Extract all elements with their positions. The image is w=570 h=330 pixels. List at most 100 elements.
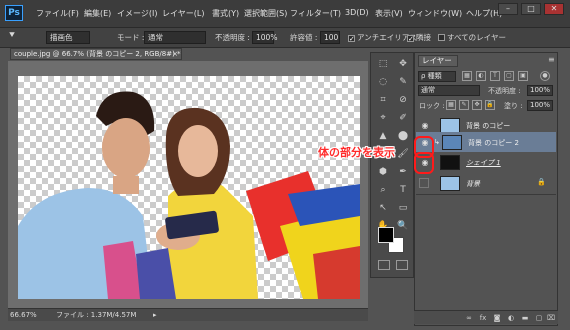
smart-object-filter-icon[interactable]: ▣ bbox=[518, 71, 528, 81]
contiguous-checkbox[interactable]: ✓ 隣接 bbox=[407, 32, 431, 43]
layer-kind-select[interactable]: ρ 種類 bbox=[418, 71, 456, 82]
healing-tool-icon[interactable]: ⌖ bbox=[375, 111, 391, 125]
type-filter-icon[interactable]: T bbox=[490, 71, 500, 81]
brush-tool-icon[interactable]: ✐ bbox=[395, 111, 411, 125]
history-brush-tool-icon[interactable]: ⬤ bbox=[395, 129, 411, 143]
blend-row: 通常 不透明度 : 100% bbox=[416, 84, 556, 98]
menu-type[interactable]: 書式(Y) bbox=[212, 8, 239, 19]
pen-tool-icon[interactable]: ✒ bbox=[395, 165, 411, 179]
all-layers-check[interactable] bbox=[438, 34, 445, 41]
shape-tool-icon[interactable]: ▭ bbox=[395, 201, 411, 215]
marquee-tool-icon[interactable]: ⬚ bbox=[375, 57, 391, 71]
lock-all-icon[interactable]: 🔒 bbox=[485, 100, 495, 110]
filter-toggle-icon[interactable]: ● bbox=[540, 71, 550, 81]
contiguous-check[interactable]: ✓ bbox=[407, 35, 414, 43]
menu-help[interactable]: ヘルプ(H) bbox=[466, 8, 502, 19]
lock-transparency-icon[interactable]: ▦ bbox=[446, 100, 456, 110]
lock-label: ロック : bbox=[419, 102, 445, 110]
fill-label: 塗り : bbox=[504, 102, 523, 110]
visibility-empty-icon[interactable] bbox=[419, 178, 429, 188]
all-layers-checkbox[interactable]: すべてのレイヤー bbox=[438, 32, 506, 43]
fx-icon[interactable]: fx bbox=[478, 313, 488, 323]
panel-menu-icon[interactable]: ≡ bbox=[548, 55, 555, 64]
new-layer-icon[interactable]: ▢ bbox=[534, 313, 544, 323]
image-canvas[interactable] bbox=[18, 76, 360, 299]
layer-name: 背景 のコピー 2 bbox=[468, 139, 519, 147]
dodge-tool-icon[interactable]: ⌕ bbox=[375, 183, 391, 197]
menu-view[interactable]: 表示(V) bbox=[375, 8, 403, 19]
zoom-tool-icon[interactable]: 🔍 bbox=[395, 219, 411, 233]
document-tab[interactable]: couple.jpg @ 66.7% (背景 のコピー 2, RGB/8#) *… bbox=[10, 48, 182, 60]
mode-select[interactable]: 通常 bbox=[144, 31, 206, 44]
lock-position-icon[interactable]: ✥ bbox=[472, 100, 482, 110]
layer-row[interactable]: 背景 🔒 bbox=[416, 173, 556, 195]
adjustment-filter-icon[interactable]: ◐ bbox=[476, 71, 486, 81]
move-tool-icon[interactable]: ✥ bbox=[395, 57, 411, 71]
options-bar: ⯆ 描画色 モード : 通常 不透明度 : 100% 許容値 : 100 ✓ アン… bbox=[0, 28, 570, 48]
fill-input[interactable]: 100% bbox=[527, 100, 553, 111]
opacity-input[interactable]: 100% bbox=[252, 31, 277, 44]
tolerance-input[interactable]: 100 bbox=[320, 31, 340, 44]
close-window-button[interactable]: ✕ bbox=[544, 3, 564, 15]
layer-name: シェイプ 1 bbox=[466, 159, 501, 167]
lock-row: ロック : ▦ ✎ ✥ 🔒 塗り : 100% bbox=[416, 99, 556, 113]
foreground-color-swatch[interactable] bbox=[378, 227, 394, 243]
antialias-check[interactable]: ✓ bbox=[348, 35, 355, 43]
fill-source-select[interactable]: 描画色 bbox=[46, 31, 90, 44]
document-title: couple.jpg @ 66.7% (背景 のコピー 2, RGB/8#) * bbox=[14, 50, 181, 58]
layer-thumbnail bbox=[442, 135, 462, 150]
mode-label: モード : bbox=[117, 33, 145, 42]
lasso-tool-icon[interactable]: ◌ bbox=[375, 75, 391, 89]
menu-bar: Ps ファイル(F) 編集(E) イメージ(I) レイヤー(L) 書式(Y) 選… bbox=[0, 0, 570, 28]
visibility-eye-icon[interactable]: ◉ bbox=[419, 121, 431, 130]
menu-edit[interactable]: 編集(E) bbox=[84, 8, 111, 19]
folder-icon[interactable]: ▬ bbox=[520, 313, 530, 323]
woman-face bbox=[178, 125, 218, 177]
layer-row[interactable]: ◉ シェイプ 1 bbox=[416, 152, 556, 174]
slice-tool-icon[interactable]: ⊘ bbox=[395, 93, 411, 107]
highlight-ring bbox=[414, 152, 434, 174]
blend-mode-select[interactable]: 通常 bbox=[418, 85, 480, 96]
maximize-button[interactable]: □ bbox=[521, 3, 541, 15]
menu-3d[interactable]: 3D(D) bbox=[345, 8, 369, 17]
adjustment-icon[interactable]: ◐ bbox=[506, 313, 516, 323]
zoom-level[interactable]: 66.67% bbox=[10, 309, 42, 320]
lock-pixels-icon[interactable]: ✎ bbox=[459, 100, 469, 110]
file-size: ファイル : 1.37M/4.57M bbox=[56, 311, 137, 319]
layers-panel-footer: ∞ fx ◙ ◐ ▬ ▢ ⌧ bbox=[414, 310, 558, 324]
layer-opacity-label: 不透明度 : bbox=[488, 87, 521, 95]
gradient-tool-icon[interactable]: 🖌 bbox=[395, 147, 411, 161]
shape-filter-icon[interactable]: ▢ bbox=[504, 71, 514, 81]
all-layers-label: すべてのレイヤー bbox=[447, 33, 506, 42]
couple-photo bbox=[18, 91, 360, 299]
opacity-label: 不透明度 : bbox=[215, 33, 250, 42]
screen-mode-icon[interactable] bbox=[396, 260, 408, 270]
path-select-tool-icon[interactable]: ↖ bbox=[375, 201, 391, 215]
layers-tab[interactable]: レイヤー bbox=[418, 55, 458, 67]
menu-file[interactable]: ファイル(F) bbox=[36, 8, 79, 19]
minimize-button[interactable]: – bbox=[498, 3, 518, 15]
document-close-icon[interactable]: × bbox=[172, 49, 178, 59]
mask-icon[interactable]: ◙ bbox=[492, 313, 502, 323]
stamp-tool-icon[interactable]: ▲ bbox=[375, 129, 391, 143]
paint-bucket-icon[interactable]: ⯆ bbox=[8, 30, 16, 41]
quick-mask-icon[interactable] bbox=[378, 260, 390, 270]
menu-window[interactable]: ウィンドウ(W) bbox=[408, 8, 462, 19]
quick-select-tool-icon[interactable]: ✎ bbox=[395, 75, 411, 89]
link-icon[interactable]: ∞ bbox=[464, 313, 474, 323]
blur-tool-icon[interactable]: ⬢ bbox=[375, 165, 391, 179]
layer-opacity-input[interactable]: 100% bbox=[527, 85, 553, 96]
crop-tool-icon[interactable]: ⌗ bbox=[375, 93, 391, 107]
menu-layer[interactable]: レイヤー(L) bbox=[162, 8, 204, 19]
trash-icon[interactable]: ⌧ bbox=[546, 313, 556, 323]
menu-select[interactable]: 選択範囲(S) bbox=[244, 8, 287, 19]
layer-name: 背景 のコピー bbox=[466, 122, 511, 130]
status-menu-arrow-icon[interactable]: ▸ bbox=[153, 309, 157, 321]
menu-image[interactable]: イメージ(I) bbox=[117, 8, 157, 19]
lock-icon: 🔒 bbox=[537, 178, 546, 186]
pixel-filter-icon[interactable]: ▦ bbox=[462, 71, 472, 81]
layer-row-active[interactable]: ◉ ↳ 背景 のコピー 2 bbox=[416, 132, 556, 154]
status-bar: 66.67% ファイル : 1.37M/4.57M ▸ bbox=[8, 308, 368, 321]
type-tool-icon[interactable]: T bbox=[395, 183, 411, 197]
menu-filter[interactable]: フィルター(T) bbox=[290, 8, 341, 19]
